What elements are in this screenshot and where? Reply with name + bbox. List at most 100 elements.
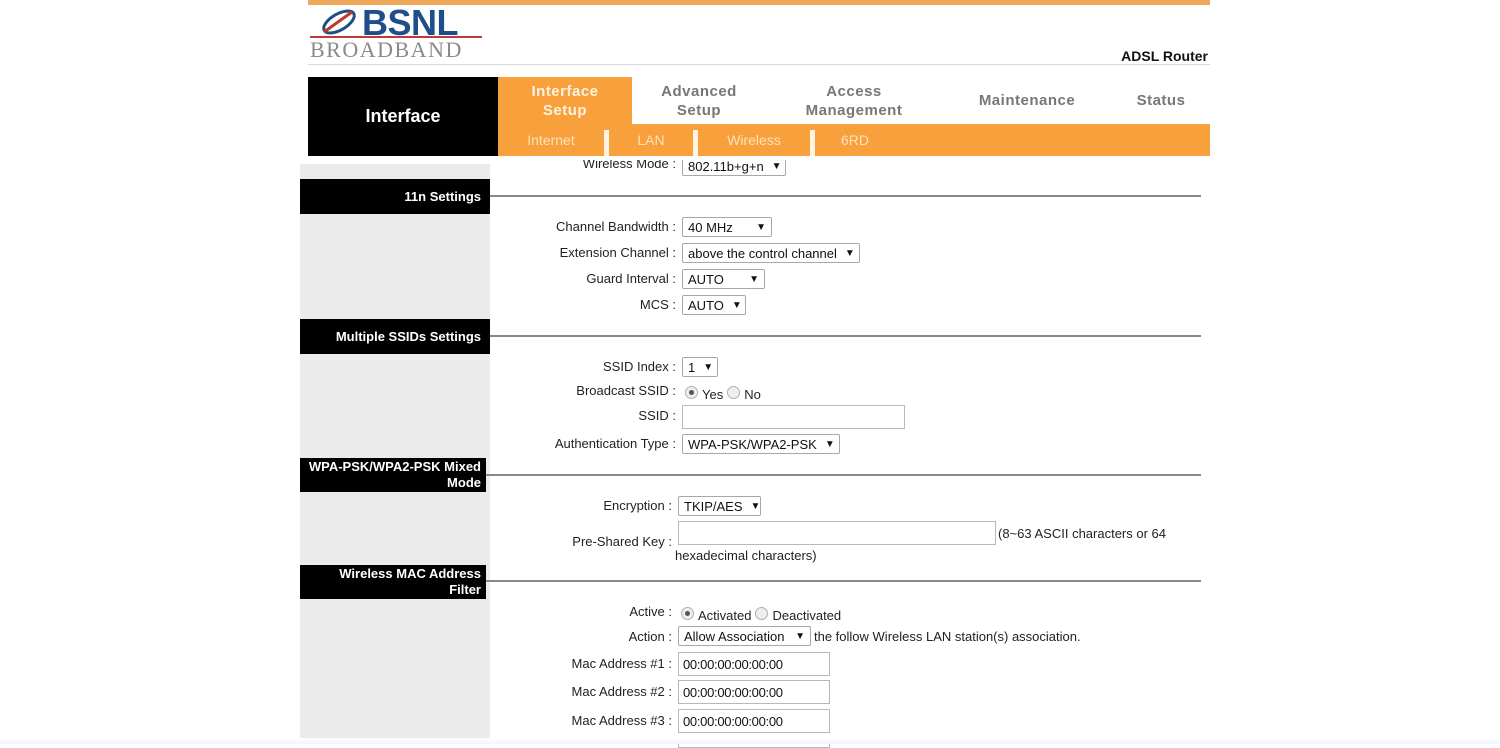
dropdown-arrow-icon: ▼ — [749, 273, 759, 285]
select-value: Allow Association — [684, 628, 785, 644]
ssid-index-select[interactable]: 1 ▼ — [682, 357, 718, 377]
dropdown-arrow-icon: ▼ — [703, 361, 714, 373]
select-value: AUTO — [688, 271, 724, 287]
tab-label-line1: Access — [826, 82, 882, 100]
mac-address-2-label: Mac Address #2 : — [571, 684, 672, 699]
select-value: AUTO — [688, 297, 724, 313]
channel-bandwidth-label: Channel Bandwidth : — [556, 219, 676, 234]
tab-access-management[interactable]: Access Management — [766, 77, 942, 124]
section-title-line2: Filter — [449, 582, 481, 597]
wireless-mode-label: Wireless Mode : — [582, 156, 676, 171]
action-select[interactable]: Allow Association ▼ — [678, 626, 811, 646]
encryption-select[interactable]: TKIP/AES ▼ — [678, 496, 761, 516]
section-divider — [486, 580, 1201, 582]
broadcast-no-radio[interactable] — [727, 386, 741, 399]
tab-label-line2: Setup — [676, 101, 722, 119]
mcs-select[interactable]: AUTO ▼ — [682, 295, 746, 315]
dropdown-arrow-icon: ▼ — [844, 247, 855, 259]
extension-channel-label: Extension Channel : — [559, 245, 676, 260]
dropdown-arrow-icon: ▼ — [795, 630, 805, 642]
dropdown-arrow-icon: ▼ — [750, 500, 761, 512]
header-divider — [308, 64, 1210, 65]
mac-address-1-input[interactable]: 00:00:00:00:00:00 — [678, 652, 830, 676]
section-header-wpa-mixed: WPA-PSK/WPA2-PSK Mixed Mode — [300, 458, 486, 492]
select-value: 40 MHz — [688, 219, 733, 235]
dropdown-arrow-icon: ▼ — [771, 160, 782, 172]
dropdown-arrow-icon: ▼ — [824, 438, 835, 450]
broadcast-ssid-label: Broadcast SSID : — [576, 383, 676, 398]
tab-maintenance[interactable]: Maintenance — [942, 77, 1112, 124]
section-title-line1: WPA-PSK/WPA2-PSK Mixed — [308, 459, 481, 474]
extension-channel-select[interactable]: above the control channel ▼ — [682, 243, 860, 263]
radio-label-deactivated: Deactivated — [772, 608, 842, 623]
bsnl-logo: BSNL BROADBAND — [310, 2, 485, 62]
section-divider — [486, 474, 1201, 476]
ssid-label: SSID : — [638, 408, 676, 423]
tab-status[interactable]: Status — [1112, 77, 1210, 124]
select-value: WPA-PSK/WPA2-PSK — [688, 436, 817, 452]
radio-label-activated: Activated — [698, 608, 752, 623]
tab-advanced-setup[interactable]: Advanced Setup — [632, 77, 766, 124]
psk-hint-line2: hexadecimal characters) — [675, 548, 817, 563]
authentication-type-select[interactable]: WPA-PSK/WPA2-PSK ▼ — [682, 434, 840, 454]
guard-interval-select[interactable]: AUTO ▼ — [682, 269, 765, 289]
nav-section-title: Interface — [308, 77, 498, 156]
select-value: TKIP/AES — [684, 498, 743, 514]
bottom-edge — [0, 738, 1500, 744]
deactivated-radio[interactable] — [755, 607, 769, 620]
active-radio-group: Activated Deactivated — [681, 604, 845, 623]
main-nav: Interface Setup Advanced Setup Access Manag… — [498, 77, 1210, 124]
section-divider — [490, 195, 1201, 197]
subtab-wireless[interactable]: Wireless — [698, 124, 810, 156]
tab-label-line1: Advanced — [661, 82, 737, 100]
pre-shared-key-input[interactable] — [678, 521, 996, 545]
subtab-6rd[interactable]: 6RD — [815, 124, 895, 156]
radio-label-no: No — [744, 387, 761, 402]
action-label: Action : — [628, 629, 672, 644]
tab-label: Maintenance — [978, 92, 1076, 109]
sub-nav: Internet LAN Wireless 6RD — [498, 124, 1210, 156]
psk-hint-line1: (8~63 ASCII characters or 64 — [998, 526, 1167, 541]
subtab-internet[interactable]: Internet — [498, 124, 604, 156]
dropdown-arrow-icon: ▼ — [731, 299, 742, 311]
left-sidebar — [300, 164, 490, 744]
mac-address-2-input[interactable]: 00:00:00:00:00:00 — [678, 680, 830, 704]
mac-address-3-label: Mac Address #3 : — [571, 713, 672, 728]
select-value: 1 — [688, 359, 696, 375]
mcs-label: MCS : — [639, 297, 676, 312]
tab-label: Status — [1136, 92, 1186, 109]
mac-address-1-label: Mac Address #1 : — [571, 656, 672, 671]
select-value: above the control channel — [688, 245, 837, 261]
encryption-label: Encryption : — [603, 498, 672, 513]
activated-radio[interactable] — [681, 607, 694, 620]
product-name: ADSL Router — [1121, 48, 1208, 64]
dropdown-arrow-icon: ▼ — [756, 221, 766, 233]
authentication-type-label: Authentication Type : — [554, 436, 676, 451]
section-title-line1: Wireless MAC Address — [339, 566, 481, 581]
broadcast-ssid-radio-group: Yes No — [685, 383, 765, 402]
section-title-line2: Mode — [447, 475, 481, 490]
action-description: the follow Wireless LAN station(s) assoc… — [814, 629, 1081, 644]
ssid-input[interactable] — [682, 405, 905, 429]
logo-subtitle: BROADBAND — [310, 37, 463, 62]
section-header-multiple-ssids: Multiple SSIDs Settings — [300, 319, 490, 354]
channel-bandwidth-select[interactable]: 40 MHz ▼ — [682, 217, 772, 237]
ssid-index-label: SSID Index : — [603, 359, 676, 374]
radio-label-yes: Yes — [702, 387, 724, 402]
active-label: Active : — [629, 604, 672, 619]
mac-address-3-input[interactable]: 00:00:00:00:00:00 — [678, 709, 830, 733]
select-value: 802.11b+g+n — [688, 158, 764, 174]
section-header-mac-filter: Wireless MAC Address Filter — [300, 565, 486, 599]
logo-swoosh-icon — [322, 9, 356, 35]
subtab-lan[interactable]: LAN — [609, 124, 693, 156]
tab-label-line1: Interface — [531, 82, 599, 100]
tab-interface-setup[interactable]: Interface Setup — [498, 77, 632, 124]
pre-shared-key-label: Pre-Shared Key : — [572, 534, 672, 549]
section-divider — [490, 335, 1201, 337]
wireless-mode-select[interactable]: 802.11b+g+n ▼ — [682, 158, 786, 176]
tab-label-line2: Management — [805, 101, 903, 119]
tab-label-line2: Setup — [542, 101, 588, 119]
guard-interval-label: Guard Interval : — [586, 271, 676, 286]
broadcast-yes-radio[interactable] — [685, 386, 698, 399]
section-header-11n: 11n Settings — [300, 179, 490, 214]
